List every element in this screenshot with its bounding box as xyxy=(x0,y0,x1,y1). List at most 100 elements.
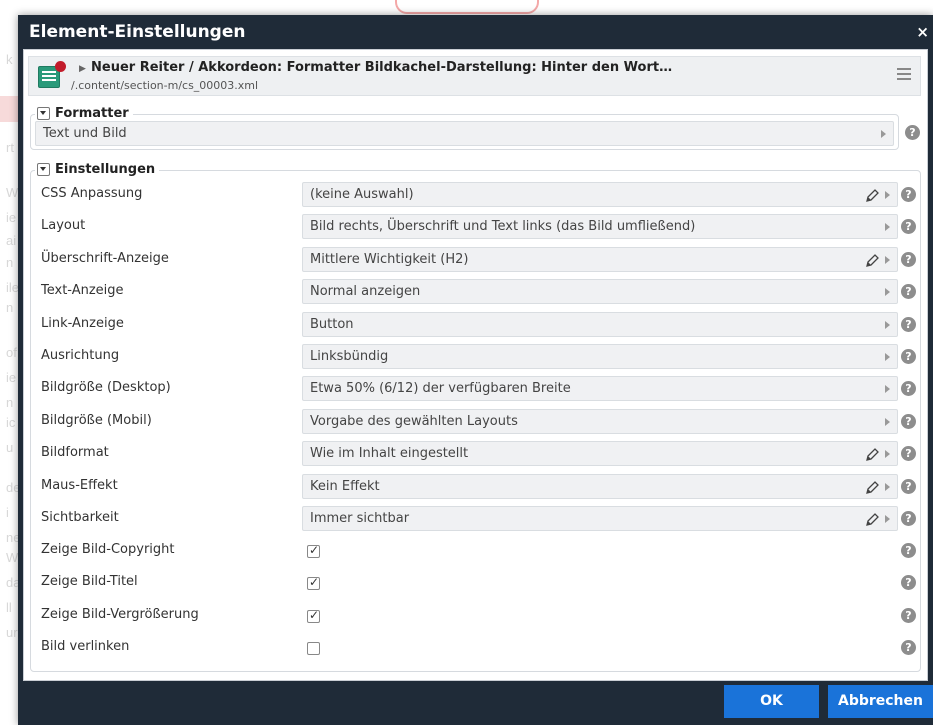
setting-label: Bildformat xyxy=(41,445,109,460)
background-letter: W xyxy=(6,550,19,565)
pencil-icon[interactable] xyxy=(865,447,879,461)
background-letter: ie xyxy=(6,210,17,225)
setting-checkbox[interactable] xyxy=(307,642,320,655)
checkbox-label: Zeige Bild-Vergrößerung xyxy=(41,607,199,622)
dialog-title: Element-Einstellungen xyxy=(29,22,246,42)
setting-label: Bildgröße (Desktop) xyxy=(41,380,171,395)
pencil-icon[interactable] xyxy=(865,512,879,526)
setting-value: Mittlere Wichtigkeit (H2) xyxy=(310,252,469,267)
setting-select[interactable]: Vorgabe des gewählten Layouts xyxy=(302,409,898,434)
setting-value: Linksbündig xyxy=(310,349,389,364)
status-badge xyxy=(55,61,66,72)
chevron-right-icon xyxy=(885,450,890,458)
formatter-fieldset: Formatter Text und Bild xyxy=(30,106,899,150)
ok-button[interactable]: OK xyxy=(724,685,819,718)
element-title: Neuer Reiter / Akkordeon: Formatter Bild… xyxy=(91,60,673,75)
collapse-toggle-icon[interactable] xyxy=(37,163,50,176)
help-icon[interactable]: ? xyxy=(901,446,916,461)
pencil-icon[interactable] xyxy=(865,188,879,202)
setting-value: Normal anzeigen xyxy=(310,284,421,299)
setting-value: Etwa 50% (6/12) der verfügbaren Breite xyxy=(310,381,571,396)
chevron-right-icon xyxy=(885,515,890,523)
setting-label: Link-Anzeige xyxy=(41,316,124,331)
chevron-right-icon xyxy=(885,418,890,426)
setting-select[interactable]: Linksbündig xyxy=(302,344,898,369)
chevron-right-icon xyxy=(885,288,890,296)
help-icon[interactable]: ? xyxy=(905,125,920,140)
chevron-right-icon xyxy=(885,223,890,231)
formatter-legend-label: Formatter xyxy=(55,106,129,121)
setting-select[interactable]: Normal anzeigen xyxy=(302,279,898,304)
help-icon[interactable]: ? xyxy=(901,511,916,526)
help-icon[interactable]: ? xyxy=(901,575,916,590)
settings-fieldset: Einstellungen CSS Anpassung (keine Auswah… xyxy=(30,162,921,672)
pencil-icon[interactable] xyxy=(865,480,879,494)
setting-select[interactable]: Mittlere Wichtigkeit (H2) xyxy=(302,247,898,272)
help-icon[interactable]: ? xyxy=(901,543,916,558)
help-icon[interactable]: ? xyxy=(901,479,916,494)
help-icon[interactable]: ? xyxy=(901,608,916,623)
setting-select[interactable]: Etwa 50% (6/12) der verfügbaren Breite xyxy=(302,376,898,401)
setting-value: Button xyxy=(310,317,354,332)
setting-label: Maus-Effekt xyxy=(41,478,118,493)
setting-label: Überschrift-Anzeige xyxy=(41,251,169,266)
expand-arrow-icon[interactable]: ▶ xyxy=(79,64,86,74)
chevron-right-icon xyxy=(885,256,890,264)
setting-select[interactable]: Bild rechts, Überschrift und Text links … xyxy=(302,214,898,239)
help-icon[interactable]: ? xyxy=(901,349,916,364)
pencil-icon[interactable] xyxy=(865,253,879,267)
setting-select[interactable]: Button xyxy=(302,312,898,337)
background-letter: n xyxy=(6,300,14,315)
close-icon[interactable]: × xyxy=(916,15,929,49)
background-letter: ai xyxy=(6,233,17,248)
background-letter: rt xyxy=(6,140,14,155)
setting-label: Text-Anzeige xyxy=(41,283,124,298)
help-icon[interactable]: ? xyxy=(901,414,916,429)
background-letter: k xyxy=(6,52,13,67)
formatter-select[interactable]: Text und Bild xyxy=(35,121,894,146)
background-letter: ie xyxy=(6,370,17,385)
setting-value: Wie im Inhalt eingestellt xyxy=(310,446,469,461)
help-icon[interactable]: ? xyxy=(901,381,916,396)
setting-label: Layout xyxy=(41,218,86,233)
setting-value: Kein Effekt xyxy=(310,479,380,494)
background-letter: ll xyxy=(6,600,12,615)
setting-value: Bild rechts, Überschrift und Text links … xyxy=(310,219,696,234)
collapse-toggle-icon[interactable] xyxy=(37,107,50,120)
setting-select[interactable]: Kein Effekt xyxy=(302,474,898,499)
help-icon[interactable]: ? xyxy=(901,219,916,234)
background-logo xyxy=(395,0,539,14)
chevron-right-icon xyxy=(885,385,890,393)
menu-icon[interactable] xyxy=(897,68,911,70)
setting-select[interactable]: Immer sichtbar xyxy=(302,506,898,531)
setting-checkbox[interactable] xyxy=(307,575,320,590)
cancel-button[interactable]: Abbrechen xyxy=(828,685,933,718)
help-icon[interactable]: ? xyxy=(901,284,916,299)
setting-label: CSS Anpassung xyxy=(41,186,143,201)
help-icon[interactable]: ? xyxy=(901,640,916,655)
help-icon[interactable]: ? xyxy=(901,252,916,267)
setting-label: Bildgröße (Mobil) xyxy=(41,413,152,428)
chevron-right-icon xyxy=(885,321,890,329)
background-letter: i xyxy=(6,505,9,520)
settings-legend: Einstellungen xyxy=(35,162,160,177)
checkbox-label: Bild verlinken xyxy=(41,639,130,654)
setting-select[interactable]: Wie im Inhalt eingestellt xyxy=(302,441,898,466)
background-letter: of xyxy=(6,345,17,360)
checkbox-label: Zeige Bild-Copyright xyxy=(41,542,175,557)
background-letter: W xyxy=(6,185,19,200)
background-highlight xyxy=(0,96,20,122)
help-icon[interactable]: ? xyxy=(901,317,916,332)
setting-checkbox[interactable] xyxy=(307,608,320,623)
formatter-legend: Formatter xyxy=(35,106,133,121)
element-header: ▶ Neuer Reiter / Akkordeon: Formatter Bi… xyxy=(28,56,921,96)
chevron-right-icon xyxy=(881,130,886,138)
help-icon[interactable]: ? xyxy=(901,187,916,202)
background-letter: ur xyxy=(6,625,18,640)
checkbox-label: Zeige Bild-Titel xyxy=(41,574,138,589)
chevron-right-icon xyxy=(885,191,890,199)
background-letter: ic xyxy=(6,415,16,430)
setting-checkbox[interactable] xyxy=(307,543,320,558)
setting-value: Immer sichtbar xyxy=(310,511,410,526)
setting-select[interactable]: (keine Auswahl) xyxy=(302,182,898,207)
